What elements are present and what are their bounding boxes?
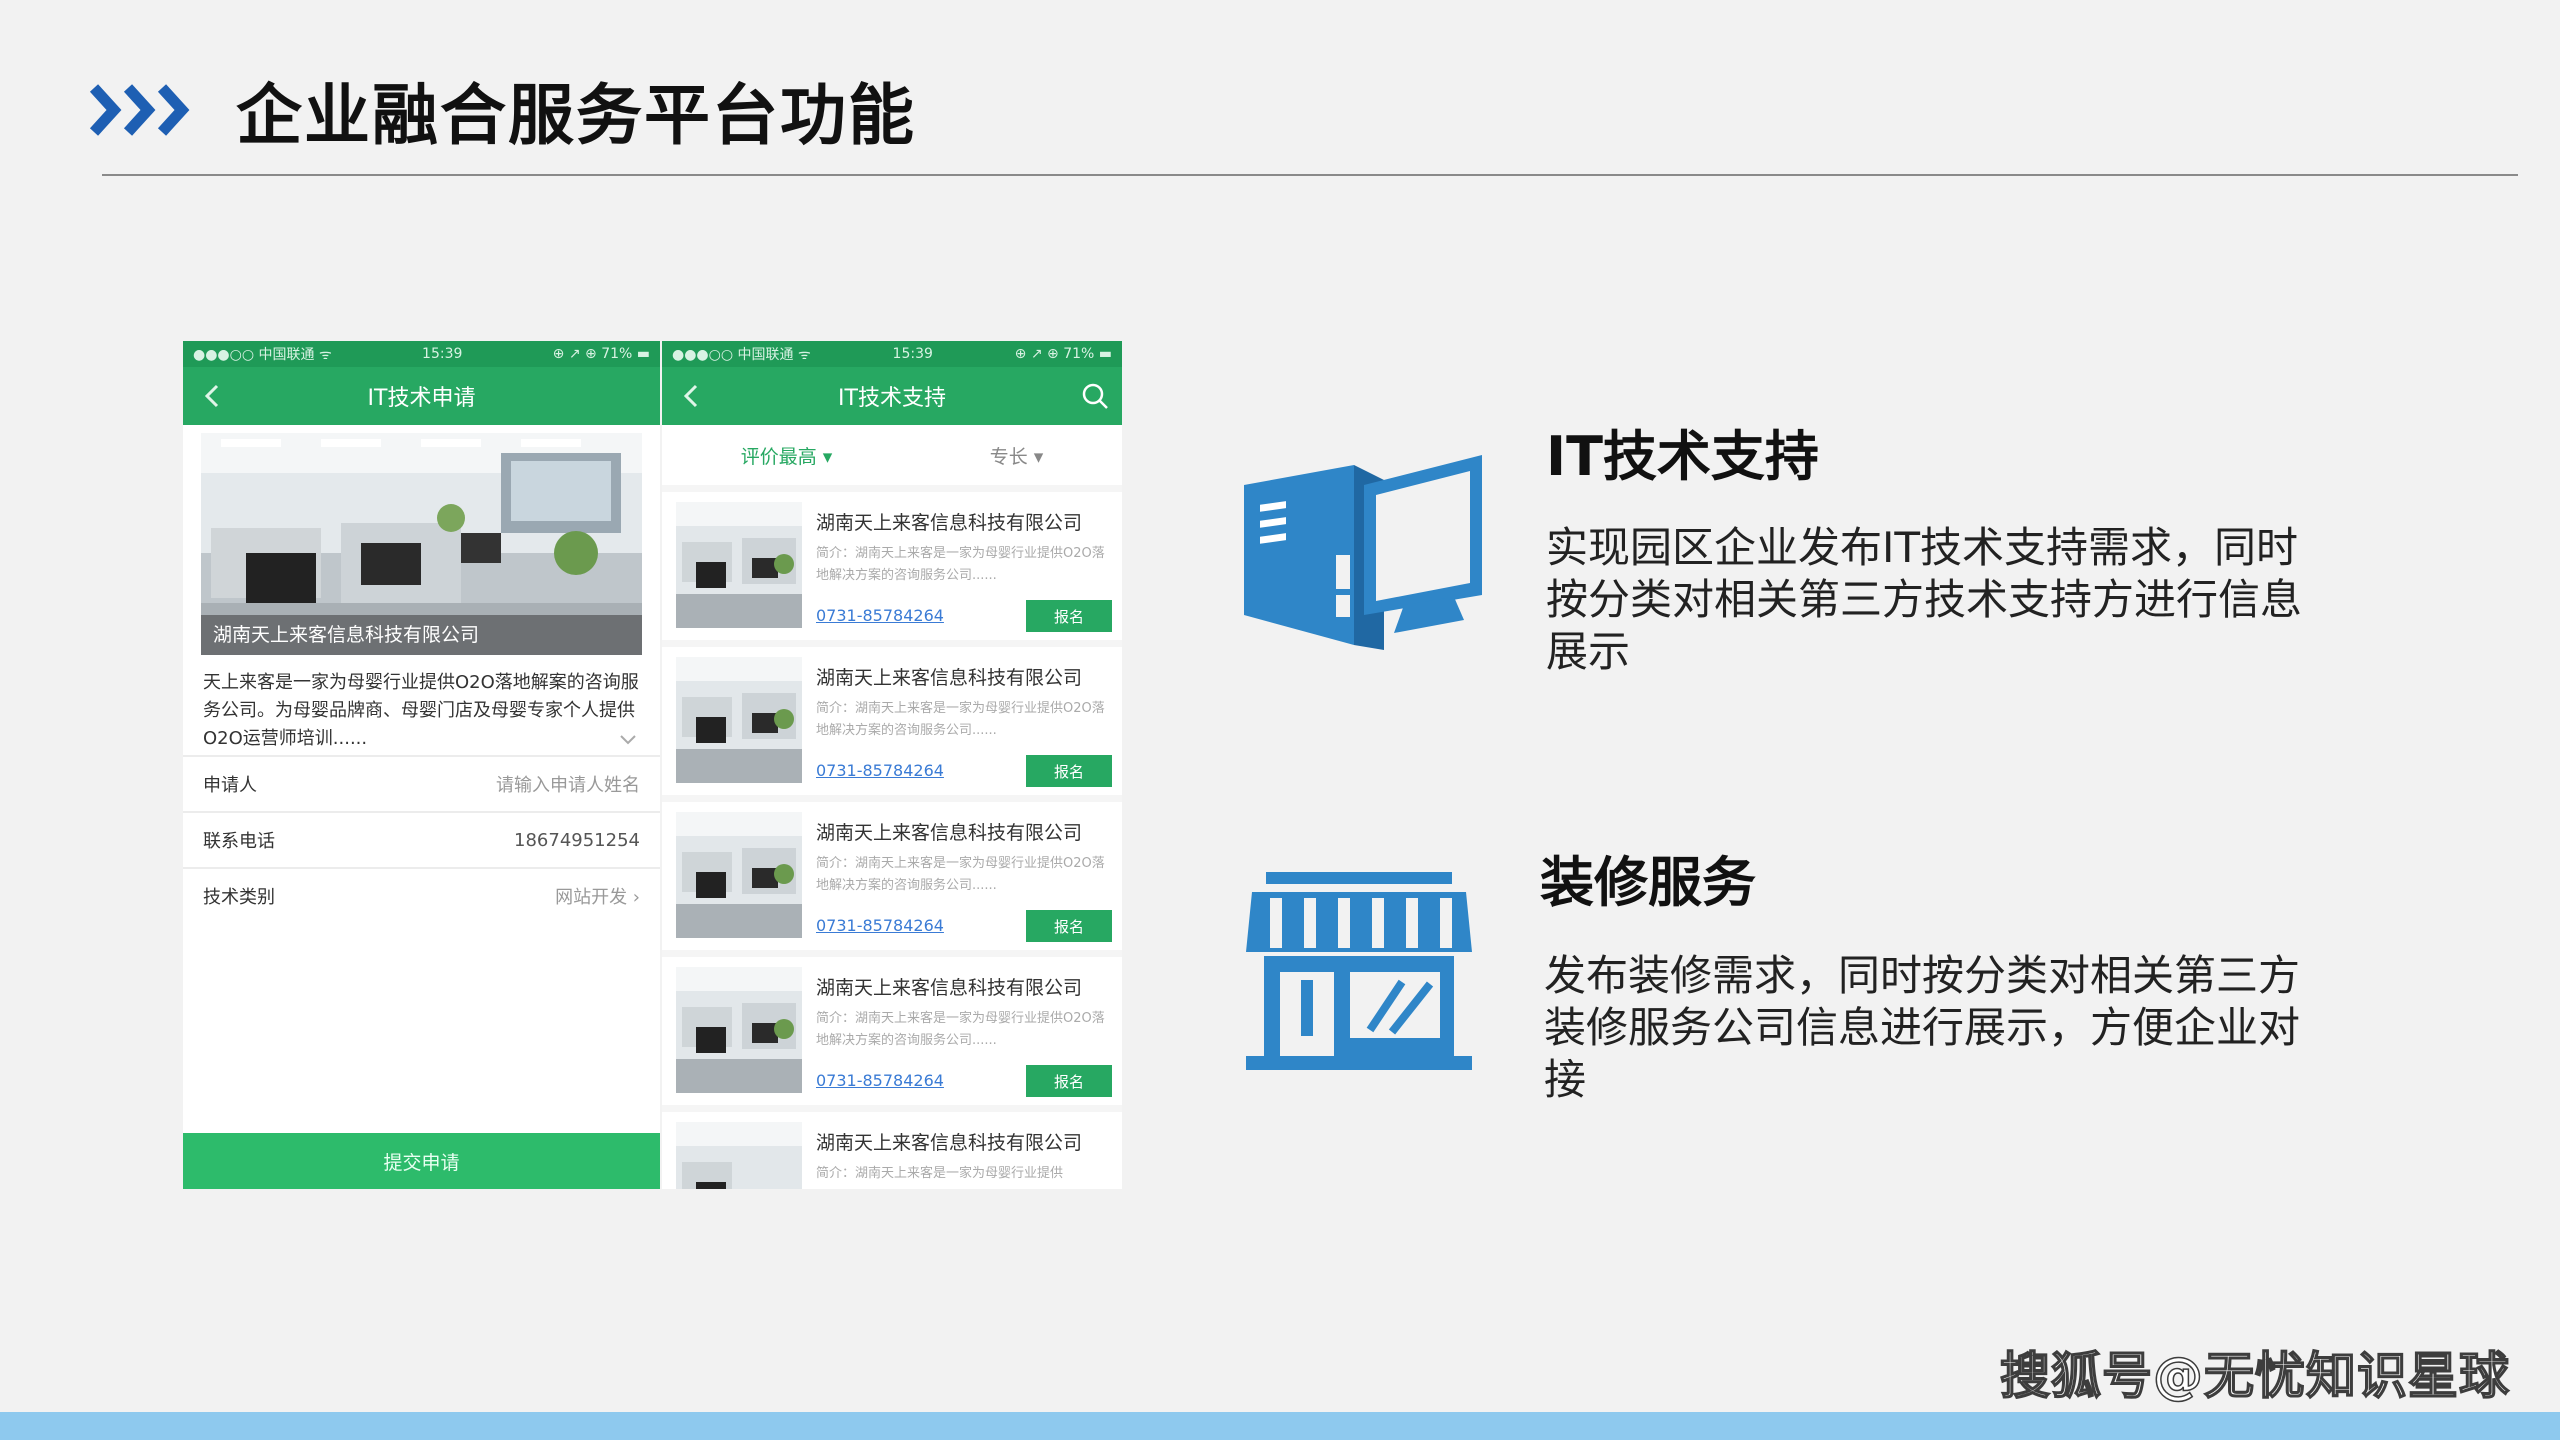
storefront-icon — [1246, 872, 1472, 1070]
form-row-category[interactable]: 技术类别 网站开发 › — [183, 867, 660, 923]
phone-link[interactable]: 0731-85784264 — [816, 1071, 944, 1090]
search-icon[interactable] — [1080, 381, 1110, 411]
expand-chevron-icon[interactable] — [618, 733, 638, 747]
phone-link[interactable]: 0731-85784264 — [816, 916, 944, 935]
status-time: 15:39 — [892, 346, 933, 362]
list-item[interactable]: 湖南天上来客信息科技有限公司 简介：湖南天上来客是一家为母婴行业提供O2O落地解… — [662, 492, 1122, 640]
nav-bar: IT技术支持 — [662, 367, 1122, 425]
signup-button[interactable]: 报名 — [1026, 755, 1112, 787]
feature-desc-it: 实现园区企业发布IT技术支持需求，同时按分类对相关第三方技术支持方进行信息展示 — [1546, 523, 2303, 676]
triple-chevron-icon — [88, 80, 200, 140]
filter-rating[interactable]: 评价最高 ▾ — [741, 442, 833, 469]
list-item[interactable]: 湖南天上来客信息科技有限公司 简介：湖南天上来客是一家为母婴行业提供O2O落地解… — [662, 957, 1122, 1105]
slide-title: 企业融合服务平台功能 — [236, 77, 916, 154]
company-intro: 简介：湖南天上来客是一家为母婴行业提供O2O落地解决方案的咨询服务公司.....… — [816, 701, 1105, 738]
category-select[interactable]: 网站开发 › — [555, 883, 640, 909]
office-photo: 湖南天上来客信息科技有限公司 — [201, 433, 642, 655]
company-intro: 简介：湖南天上来客是一家为母婴行业提供O2O落地解决方案的咨询服务公司.....… — [816, 856, 1105, 893]
submit-button[interactable]: 提交申请 — [183, 1133, 660, 1189]
back-arrow-icon[interactable] — [199, 381, 229, 411]
company-intro: 简介：湖南天上来客是一家为母婴行业提供O2O落地解决方案的咨询服务公司.....… — [816, 546, 1105, 583]
company-name: 湖南天上来客信息科技有限公司 — [816, 822, 1083, 844]
applicant-input[interactable]: 请输入申请人姓名 — [496, 771, 640, 797]
company-thumbnail — [676, 1122, 802, 1189]
feature-title-it: IT技术支持 — [1546, 425, 1819, 488]
company-thumbnail — [676, 502, 802, 628]
phone-link[interactable]: 0731-85784264 — [816, 606, 944, 625]
filter-bar: 评价最高 ▾ 专长 ▾ — [662, 425, 1122, 485]
signup-button[interactable]: 报名 — [1026, 600, 1112, 632]
status-right: ⊕ ↗ ⊕ 71% ▬ — [1014, 346, 1112, 362]
description-text: 天上来客是一家为母婴行业提供O2O落地解案的咨询服务公司。为母婴品牌商、母婴门店… — [203, 672, 639, 749]
nav-title: IT技术申请 — [367, 386, 476, 411]
company-intro: 简介：湖南天上来客是一家为母婴行业提供O2O落地解决方案的咨询服务公司.....… — [816, 1011, 1105, 1048]
watermark: 搜狐号@无忧知识星球 — [1999, 1346, 2510, 1406]
status-carrier: ●●●○○ 中国联通 ᯤ — [672, 347, 811, 363]
status-bar: ●●●○○ 中国联通 ᯤ 15:39 ⊕ ↗ ⊕ 71% ▬ — [183, 341, 660, 367]
company-name: 湖南天上来客信息科技有限公司 — [816, 1132, 1083, 1154]
applicant-label: 申请人 — [203, 775, 257, 796]
signup-button[interactable]: 报名 — [1026, 910, 1112, 942]
company-thumbnail — [676, 657, 802, 783]
feature-title-deco: 装修服务 — [1540, 851, 1756, 914]
status-right: ⊕ ↗ ⊕ 71% ▬ — [552, 346, 650, 362]
company-name: 湖南天上来客信息科技有限公司 — [816, 667, 1083, 689]
back-arrow-icon[interactable] — [678, 381, 708, 411]
nav-bar: IT技术申请 — [183, 367, 660, 425]
form-row-applicant[interactable]: 申请人 请输入申请人姓名 — [183, 755, 660, 811]
company-thumbnail — [676, 967, 802, 1093]
footer-bar — [0, 1412, 2560, 1440]
phone-label: 联系电话 — [203, 831, 275, 852]
list-item[interactable]: 湖南天上来客信息科技有限公司 简介：湖南天上来客是一家为母婴行业提供O2O落地解… — [662, 802, 1122, 950]
signup-button[interactable]: 报名 — [1026, 1065, 1112, 1097]
status-bar: ●●●○○ 中国联通 ᯤ 15:39 ⊕ ↗ ⊕ 71% ▬ — [662, 341, 1122, 367]
filter-specialty[interactable]: 专长 ▾ — [990, 442, 1044, 469]
phone-screenshot-support: ●●●○○ 中国联通 ᯤ 15:39 ⊕ ↗ ⊕ 71% ▬ IT技术支持 评价… — [662, 341, 1122, 1189]
company-description: 天上来客是一家为母婴行业提供O2O落地解案的咨询服务公司。为母婴品牌商、母婴门店… — [183, 655, 660, 755]
list-item[interactable]: 湖南天上来客信息科技有限公司 简介：湖南天上来客是一家为母婴行业提供 — [662, 1112, 1122, 1189]
header-divider — [102, 174, 2518, 176]
company-thumbnail — [676, 812, 802, 938]
category-label: 技术类别 — [203, 887, 275, 908]
hero-caption: 湖南天上来客信息科技有限公司 — [201, 615, 642, 655]
phone-screenshot-apply: ●●●○○ 中国联通 ᯤ 15:39 ⊕ ↗ ⊕ 71% ▬ IT技术申请 湖南… — [183, 341, 660, 1189]
slide-header: 企业融合服务平台功能 — [88, 62, 916, 158]
phone-link[interactable]: 0731-85784264 — [816, 761, 944, 780]
form-row-phone[interactable]: 联系电话 18674951254 — [183, 811, 660, 867]
computer-icon — [1244, 455, 1482, 650]
status-carrier: ●●●○○ 中国联通 ᯤ — [193, 347, 332, 363]
company-intro: 简介：湖南天上来客是一家为母婴行业提供 — [816, 1166, 1064, 1181]
feature-desc-deco: 发布装修需求，同时按分类对相关第三方装修服务公司信息进行展示，方便企业对接 — [1544, 951, 2301, 1104]
list-item[interactable]: 湖南天上来客信息科技有限公司 简介：湖南天上来客是一家为母婴行业提供O2O落地解… — [662, 647, 1122, 795]
nav-title: IT技术支持 — [838, 386, 946, 411]
phone-input[interactable]: 18674951254 — [514, 830, 640, 851]
company-name: 湖南天上来客信息科技有限公司 — [816, 977, 1083, 999]
status-time: 15:39 — [422, 346, 463, 362]
company-name: 湖南天上来客信息科技有限公司 — [816, 512, 1083, 534]
